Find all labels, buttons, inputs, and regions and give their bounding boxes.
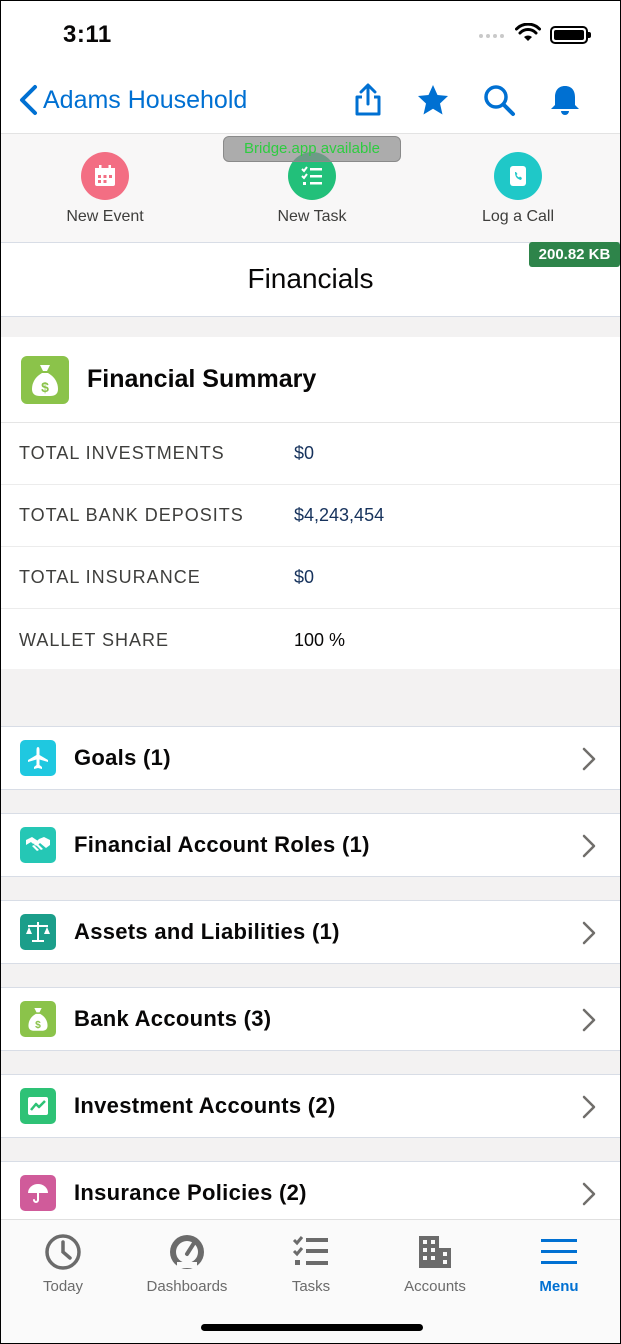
chart-icon [20,1088,56,1124]
wifi-icon [515,23,541,41]
signal-icon [479,34,504,38]
summary-row: TOTAL INSURANCE $0 [1,547,620,609]
related-list-label: Bank Accounts (3) [74,1006,272,1031]
summary-row-value: 100 % [294,629,346,650]
home-indicator [201,1324,423,1331]
clock-icon [45,1234,81,1270]
summary-row: TOTAL INVESTMENTS $0 [1,423,620,485]
new-event-action[interactable]: New Event [25,152,185,226]
svg-text:$: $ [41,379,49,395]
status-bar: 3:11 [1,1,620,69]
checklist-icon [292,1236,328,1265]
chevron-right-icon [582,834,596,858]
tab-label: Today [42,1278,84,1295]
memory-badge: 200.82 KB [529,242,620,267]
related-list-financial-account-roles[interactable]: Financial Account Roles (1) [1,813,620,877]
related-list-label: Insurance Policies (2) [74,1180,307,1205]
chevron-left-icon [20,85,37,115]
new-task-label: New Task [277,208,347,225]
back-button[interactable]: Adams Household [17,83,247,117]
back-label: Adams Household [43,85,248,114]
financial-summary-header: $ Financial Summary [1,337,620,423]
building-icon [419,1236,451,1268]
summary-row: WALLET SHARE 100 % [1,609,620,671]
summary-row-label: WALLET SHARE [19,629,170,650]
chevron-right-icon [582,1008,596,1032]
chevron-right-icon [582,1182,596,1206]
related-list-investment-accounts[interactable]: Investment Accounts (2) [1,1074,620,1138]
search-icon[interactable] [482,83,516,117]
share-icon[interactable] [351,83,385,117]
log-call-label: Log a Call [481,208,555,225]
summary-row-label: TOTAL BANK DEPOSITS [19,505,244,525]
nav-bar: Adams Household [1,69,620,133]
app-screen: 3:11 Adams Household New Event New Task … [0,0,621,1344]
calendar-icon [81,152,129,200]
related-list-label: Goals (1) [74,745,171,770]
related-list-bank-accounts[interactable]: $ Bank Accounts (3) [1,987,620,1051]
summary-row-label: TOTAL INSURANCE [19,567,201,587]
related-list-goals[interactable]: Goals (1) [1,726,620,790]
bell-icon[interactable] [548,83,582,117]
chevron-right-icon [582,747,596,771]
tab-tasks[interactable]: Tasks [256,1232,366,1295]
battery-icon [550,26,591,44]
summary-row-value[interactable]: $0 [294,567,314,588]
tab-today[interactable]: Today [8,1232,118,1295]
related-list-label: Investment Accounts (2) [74,1093,336,1118]
tab-label: Dashboards [146,1278,228,1295]
gauge-icon [170,1235,204,1269]
new-event-label: New Event [66,208,144,225]
related-list-insurance-policies[interactable]: Insurance Policies (2) [1,1161,620,1225]
bridge-toast: Bridge.app available [223,136,401,162]
scales-icon [20,914,56,950]
money-bag-icon: $ [20,1001,56,1037]
new-task-action[interactable]: New Task [232,152,392,226]
call-log-icon [494,152,542,200]
hamburger-icon [541,1239,577,1264]
summary-row-value[interactable]: $4,243,454 [294,505,384,526]
summary-row-label: TOTAL INVESTMENTS [19,443,225,463]
financial-summary-card: $ Financial Summary TOTAL INVESTMENTS $0… [1,337,620,669]
umbrella-icon [20,1175,56,1211]
tab-menu[interactable]: Menu [504,1232,614,1295]
money-bag-icon: $ [21,355,69,404]
financial-summary-title: Financial Summary [87,365,317,393]
related-list-label: Financial Account Roles (1) [74,832,370,857]
chevron-right-icon [582,1095,596,1119]
tab-label: Accounts [404,1278,466,1295]
summary-row: TOTAL BANK DEPOSITS $4,243,454 [1,485,620,547]
tab-label: Tasks [291,1278,331,1295]
tab-accounts[interactable]: Accounts [380,1232,490,1295]
airplane-icon [20,740,56,776]
related-list-assets-liabilities[interactable]: Assets and Liabilities (1) [1,900,620,964]
page-title: Financials [1,243,620,317]
log-call-action[interactable]: Log a Call [438,152,598,226]
tab-dashboards[interactable]: Dashboards [132,1232,242,1295]
svg-text:$: $ [35,1020,41,1031]
chevron-right-icon [582,921,596,945]
status-time: 3:11 [63,21,112,48]
star-icon[interactable] [416,83,450,117]
related-list-label: Assets and Liabilities (1) [74,919,340,944]
tab-label: Menu [539,1278,579,1295]
summary-row-value[interactable]: $0 [294,443,314,464]
handshake-icon [20,827,56,863]
